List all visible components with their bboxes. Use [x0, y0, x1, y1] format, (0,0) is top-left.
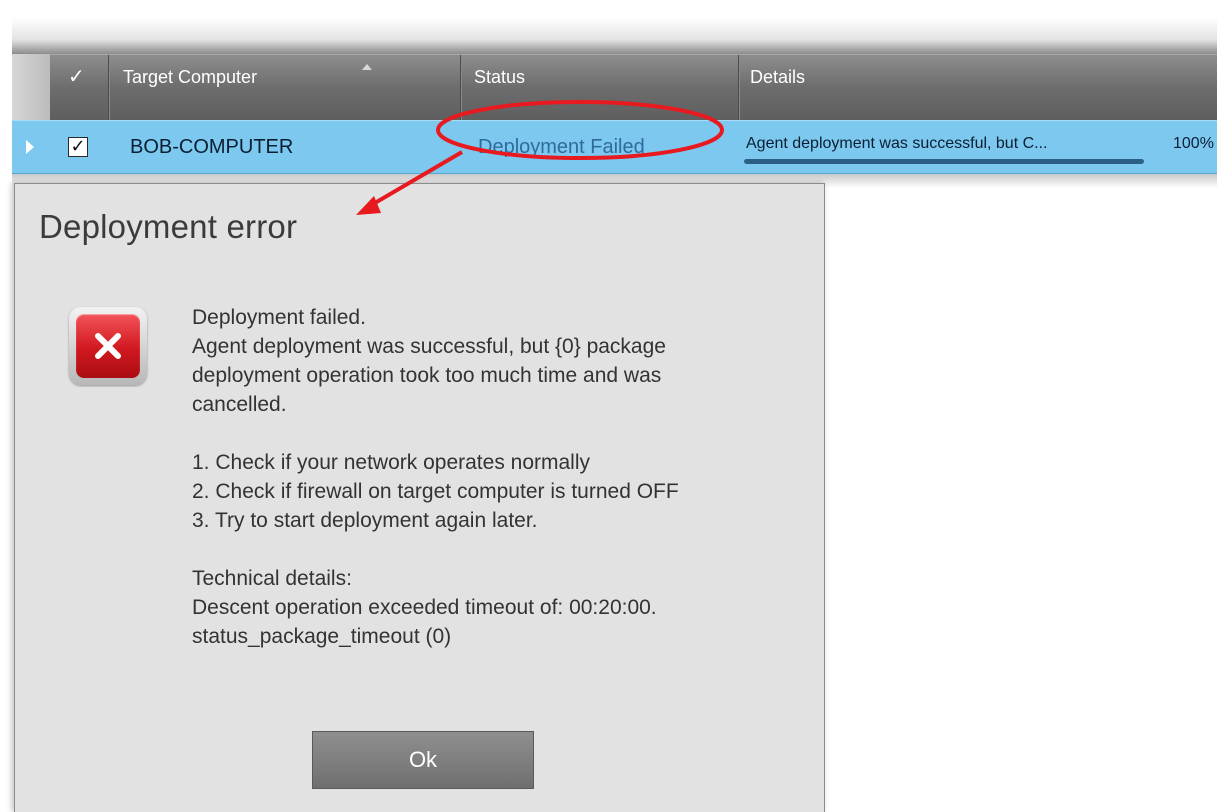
message-line: Deployment failed. — [192, 306, 366, 329]
message-line: 1. Check if your network operates normal… — [192, 451, 591, 474]
error-message: Deployment failed. Agent deployment was … — [192, 303, 792, 651]
message-gap — [192, 419, 792, 448]
row-progress-bar — [744, 159, 1144, 164]
grid-header: ✓ Target Computer Status Details — [50, 54, 1217, 121]
error-icon-red-square — [76, 314, 140, 378]
message-line: 2. Check if firewall on target computer … — [192, 480, 679, 503]
error-x-icon — [69, 307, 147, 385]
message-line: Descent operation exceeded timeout of: 0… — [192, 596, 657, 619]
header-status[interactable]: Status — [474, 55, 734, 121]
message-line: cancelled. — [192, 393, 287, 416]
row-progress-percent: 100% — [1173, 135, 1214, 152]
header-separator — [108, 55, 109, 121]
message-gap — [192, 535, 792, 564]
dialog-title: Deployment error — [39, 208, 298, 245]
row-status: Deployment Failed — [478, 136, 645, 158]
message-line: Technical details: — [192, 567, 352, 590]
row-selected-arrow-icon — [26, 140, 34, 154]
sort-ascending-icon — [362, 64, 372, 70]
deployment-error-dialog: Deployment error Deployment failed. Agen… — [14, 183, 825, 812]
x-mark-icon — [95, 333, 121, 359]
header-separator — [460, 55, 461, 121]
header-select-all-checkmark[interactable]: ✓ — [68, 55, 108, 121]
message-line: 3. Try to start deployment again later. — [192, 509, 538, 532]
deployment-grid: ✓ Target Computer Status Details ✓ BOB-C… — [12, 18, 1217, 188]
table-row[interactable]: ✓ BOB-COMPUTER Deployment Failed Agent d… — [12, 120, 1217, 174]
header-details[interactable]: Details — [750, 55, 1210, 121]
ok-button[interactable]: Ok — [312, 731, 534, 789]
message-line: status_package_timeout (0) — [192, 625, 452, 648]
row-checkbox[interactable]: ✓ — [68, 137, 88, 157]
screenshot-stage: ✓ Target Computer Status Details ✓ BOB-C… — [0, 0, 1217, 812]
header-separator — [738, 55, 739, 121]
grid-top-fade — [12, 18, 1217, 54]
row-indicator — [12, 121, 50, 173]
row-progress-fill — [745, 160, 1143, 163]
header-target-computer[interactable]: Target Computer — [123, 55, 453, 121]
message-line: Agent deployment was successful, but {0}… — [192, 335, 666, 358]
message-line: deployment operation took too much time … — [192, 364, 662, 387]
row-target-computer: BOB-COMPUTER — [130, 136, 294, 158]
row-details: Agent deployment was successful, but C..… — [746, 135, 1048, 152]
